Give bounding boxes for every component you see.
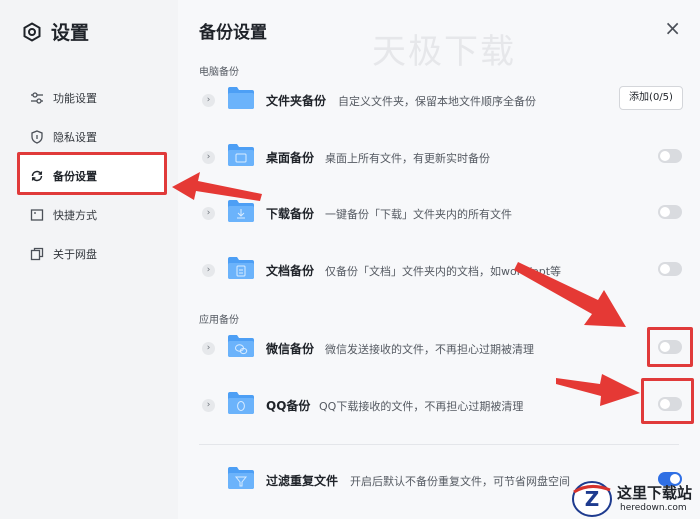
download-backup-toggle[interactable]	[658, 205, 682, 219]
logo-domain: heredown.com	[620, 503, 687, 513]
qq-folder-icon	[228, 392, 254, 414]
logo-name: 这里下载站	[617, 484, 693, 502]
sidebar-item-function[interactable]: 功能设置	[30, 87, 97, 109]
section-label-app: 应用备份	[199, 315, 239, 326]
add-folder-button[interactable]: 添加(0/5)	[619, 86, 683, 110]
row-download-backup: › 下载备份 一键备份「下载」文件夹内的所有文件	[178, 193, 700, 237]
row-desc: 开启后默认不备份重复文件，可节省网盘空间	[350, 475, 570, 488]
folder-icon	[228, 87, 254, 109]
row-title: 桌面备份	[266, 151, 315, 165]
row-title: 微信备份	[266, 342, 315, 356]
copy-icon	[30, 247, 44, 261]
wechat-toggle-highlight	[647, 327, 693, 367]
expand-button[interactable]: ›	[202, 207, 215, 220]
desktop-backup-toggle[interactable]	[658, 149, 682, 163]
sidebar-item-backup[interactable]: 备份设置	[30, 165, 97, 187]
expand-button[interactable]: ›	[202, 264, 215, 277]
close-button[interactable]: ×	[664, 18, 681, 38]
filter-folder-icon	[228, 467, 254, 489]
row-desc: 一键备份「下载」文件夹内的所有文件	[325, 208, 512, 221]
row-folder-backup: › 文件夹备份 自定义文件夹，保留本地文件顺序全备份 添加(0/5)	[178, 80, 700, 124]
row-desktop-backup: › 桌面备份 桌面上所有文件，有更新实时备份	[178, 137, 700, 181]
sidebar-item-label: 功能设置	[53, 92, 97, 105]
row-desc: 微信发送接收的文件，不再担心过期被清理	[325, 343, 534, 356]
row-desc: 仅备份「文档」文件夹内的文档，如word/ppt等	[325, 265, 562, 278]
row-title: 文档备份	[266, 264, 315, 278]
expand-button[interactable]: ›	[202, 151, 215, 164]
section-label-pc: 电脑备份	[199, 67, 239, 78]
document-folder-icon	[228, 257, 254, 279]
download-folder-icon	[228, 200, 254, 222]
logo-letter: Z	[585, 487, 600, 511]
expand-button[interactable]: ›	[202, 399, 215, 412]
row-title: 下载备份	[266, 207, 315, 221]
expand-button[interactable]: ›	[202, 342, 215, 355]
shortcut-icon	[30, 209, 44, 221]
settings-hexagon-icon	[23, 21, 41, 42]
sliders-icon	[31, 92, 43, 104]
expand-button[interactable]: ›	[202, 94, 215, 107]
sidebar-item-privacy[interactable]: 隐私设置	[30, 126, 97, 148]
document-backup-toggle[interactable]	[658, 262, 682, 276]
shield-icon	[31, 130, 43, 144]
main-panel: 备份设置 天极下载 × 电脑备份 › 文件夹备份 自定义文件夹，保留本地文件顺序…	[178, 0, 700, 519]
row-document-backup: › 文档备份 仅备份「文档」文件夹内的文档，如word/ppt等	[178, 250, 700, 294]
site-logo: Z 这里下载站 heredown.com	[570, 478, 700, 519]
page-title: 备份设置	[199, 23, 267, 43]
row-title: 文件夹备份	[266, 94, 327, 108]
row-wechat-backup: › 微信备份 微信发送接收的文件，不再担心过期被清理	[178, 328, 700, 372]
sidebar-item-about[interactable]: 关于网盘	[30, 243, 97, 265]
sidebar-item-label: 关于网盘	[53, 248, 97, 261]
row-desc: 桌面上所有文件，有更新实时备份	[325, 152, 490, 165]
sidebar: 设置 功能设置 隐私设置 备份设置 快捷方式 关于网盘	[0, 0, 178, 519]
sidebar-item-shortcut[interactable]: 快捷方式	[30, 204, 97, 226]
row-qq-backup: › QQ备份 QQ下载接收的文件，不再担心过期被清理	[178, 385, 700, 429]
row-desc: QQ下载接收的文件，不再担心过期被清理	[319, 400, 524, 413]
app-title: 设置	[22, 18, 89, 45]
row-desc: 自定义文件夹，保留本地文件顺序全备份	[338, 95, 536, 108]
row-title: 过滤重复文件	[266, 474, 339, 488]
qq-toggle-highlight	[641, 378, 694, 424]
app-title-text: 设置	[51, 22, 90, 44]
divider	[199, 444, 679, 445]
row-title: QQ备份	[266, 399, 311, 413]
watermark: 天极下载	[372, 32, 516, 72]
wechat-folder-icon	[228, 335, 254, 357]
sync-icon	[31, 170, 43, 182]
z-logo-icon: Z	[572, 481, 612, 517]
sidebar-item-label: 备份设置	[53, 170, 97, 183]
desktop-folder-icon	[228, 144, 254, 166]
sidebar-item-label: 隐私设置	[53, 131, 97, 144]
sidebar-item-label: 快捷方式	[53, 209, 97, 222]
